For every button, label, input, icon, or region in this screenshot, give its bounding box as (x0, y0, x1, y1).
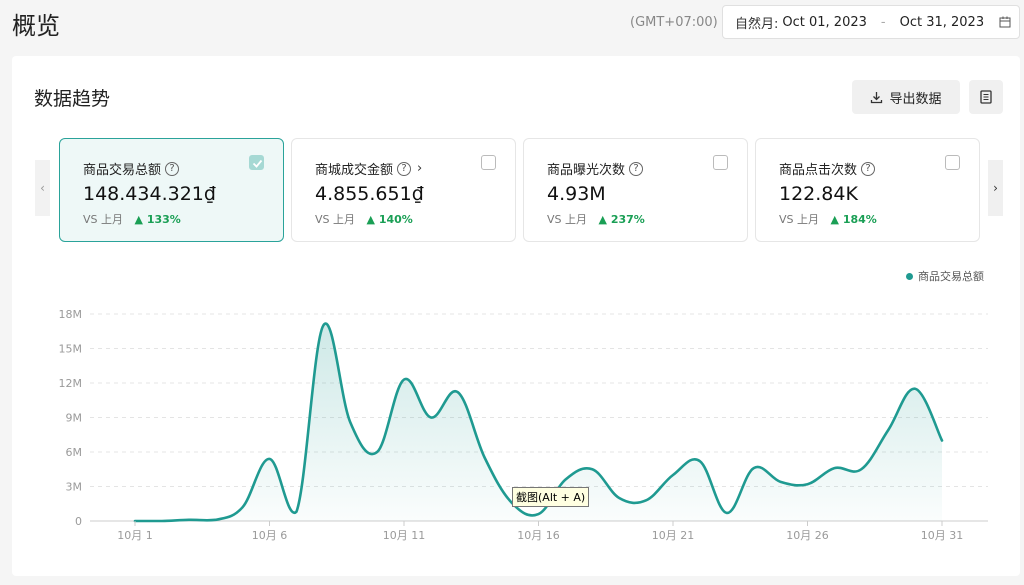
data-point (860, 468, 863, 471)
data-point (941, 439, 944, 442)
data-point (241, 506, 244, 509)
x-tick-label: 10月 26 (786, 529, 829, 542)
data-point (349, 421, 352, 424)
y-tick-label: 12M (59, 377, 83, 390)
data-point (672, 474, 675, 477)
y-tick-label: 3M (66, 481, 83, 494)
y-tick-label: 18M (59, 308, 83, 321)
data-point (456, 391, 459, 394)
data-point (725, 511, 728, 514)
x-tick-label: 10月 31 (921, 529, 964, 542)
data-point (322, 324, 325, 327)
data-point (618, 497, 621, 500)
x-tick-label: 10月 11 (383, 529, 426, 542)
data-point (564, 478, 567, 481)
x-tick-label: 10月 21 (652, 529, 695, 542)
y-tick-label: 9M (66, 412, 83, 425)
data-point (376, 451, 379, 454)
data-point (160, 520, 163, 523)
data-point (591, 468, 594, 471)
data-point (537, 513, 540, 516)
data-point (187, 518, 190, 521)
data-point (806, 483, 809, 486)
x-tick-label: 10月 16 (517, 529, 560, 542)
data-point (752, 467, 755, 470)
y-tick-label: 15M (59, 343, 83, 356)
data-point (483, 456, 486, 459)
data-point (214, 518, 217, 521)
data-point (429, 416, 432, 419)
data-point (645, 499, 648, 502)
screenshot-tooltip: 截图(Alt + A) (512, 487, 590, 507)
data-point (295, 510, 298, 513)
data-point (779, 480, 782, 483)
data-point (403, 378, 406, 381)
x-tick-label: 10月 6 (252, 529, 288, 542)
data-point (833, 467, 836, 470)
y-tick-label: 6M (66, 446, 83, 459)
data-point (887, 429, 890, 432)
data-point (914, 387, 917, 390)
data-point (268, 457, 271, 460)
y-tick-label: 0 (75, 515, 82, 528)
x-tick-label: 10月 1 (117, 529, 153, 542)
data-point (698, 460, 701, 463)
